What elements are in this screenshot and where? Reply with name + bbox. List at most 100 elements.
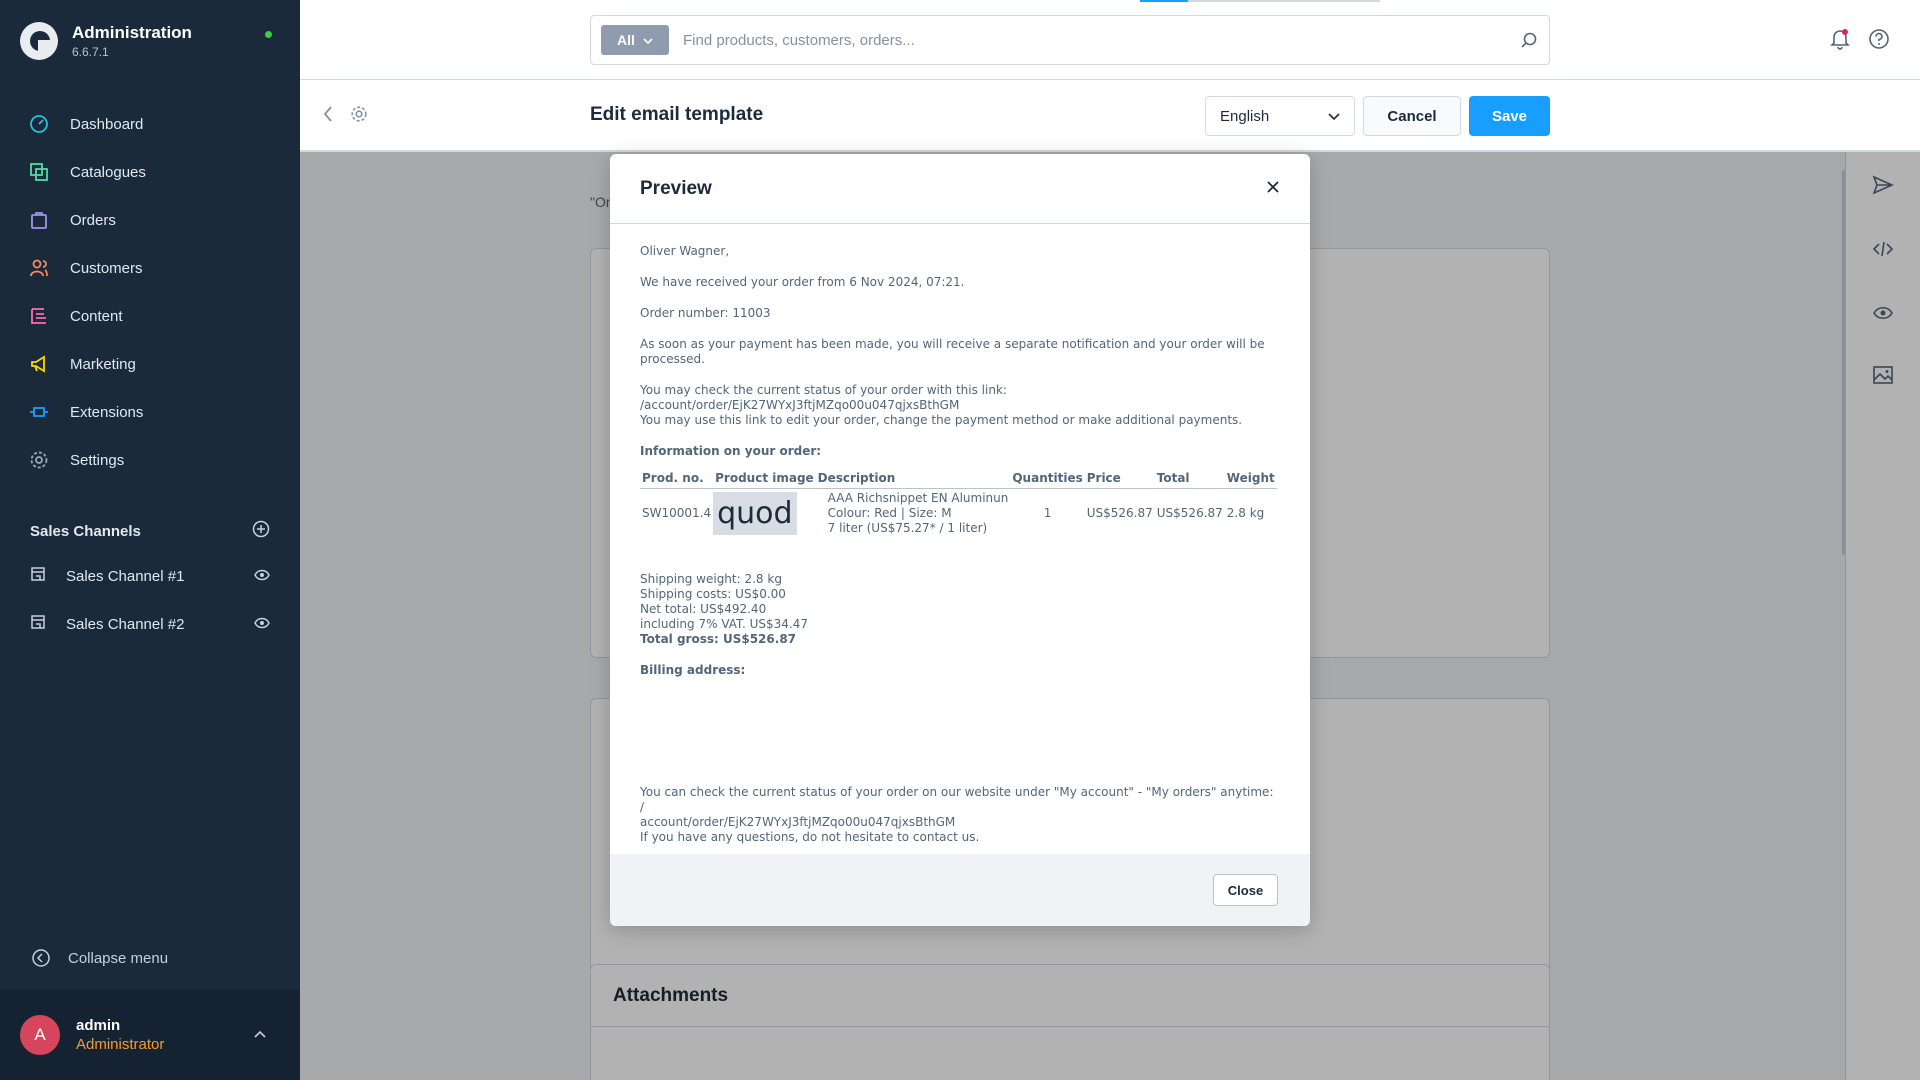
header-nav (322, 105, 368, 128)
orders-icon (28, 209, 50, 231)
user-menu[interactable]: A admin Administrator (0, 990, 300, 1080)
customers-icon (28, 257, 50, 279)
eye-icon[interactable] (254, 568, 270, 585)
status-link-text: You may check the current status of your… (640, 383, 1007, 412)
column-header: Description (815, 469, 1011, 489)
sidebar-item-settings[interactable]: Settings (0, 436, 300, 484)
back-arrow-icon[interactable] (322, 105, 334, 128)
sales-channels-title: Sales Channels (30, 522, 141, 540)
sales-channel-item-2[interactable]: Sales Channel #2 (0, 600, 300, 648)
sidebar-item-orders[interactable]: Orders (0, 196, 300, 244)
search-type-select[interactable]: All (601, 25, 669, 55)
gear-icon[interactable] (350, 105, 368, 128)
sidebar-item-extensions[interactable]: Extensions (0, 388, 300, 436)
net-total: Net total: US$492.40 (640, 602, 767, 616)
table-header-row: Prod. no. Product image Description Quan… (640, 469, 1277, 489)
sidebar-item-label: Extensions (70, 403, 144, 421)
sidebar-item-label: Customers (70, 259, 143, 277)
greeting: Oliver Wagner, (640, 244, 730, 258)
collapse-menu-label: Collapse menu (68, 949, 169, 967)
extensions-icon (28, 401, 50, 423)
save-button[interactable]: Save (1469, 96, 1550, 136)
close-button[interactable]: Close (1213, 874, 1278, 906)
close-icon[interactable] (1266, 177, 1280, 200)
sales-channel-list: Sales Channel #1 Sales Channel #2 (0, 552, 300, 648)
chevron-up-icon (254, 1027, 266, 1041)
sidebar-item-label: Settings (70, 451, 125, 469)
weight-cell: 2.8 kg (1226, 506, 1265, 520)
description-line: Colour: Red | Size: M (827, 506, 952, 520)
order-table: Prod. no. Product image Description Quan… (640, 469, 1277, 538)
sidebar: Administration 6.6.7.1 Dashboard Catalog… (0, 0, 300, 1080)
column-header: Total (1154, 469, 1225, 489)
sidebar-item-label: Content (70, 307, 123, 325)
sales-channel-item-1[interactable]: Sales Channel #1 (0, 552, 300, 600)
sidebar-item-customers[interactable]: Customers (0, 244, 300, 292)
footer-text: You can check the current status of your… (640, 785, 1280, 845)
sidebar-item-marketing[interactable]: Marketing (0, 340, 300, 388)
payment-note: As soon as your payment has been made, y… (640, 337, 1265, 366)
dashboard-icon (28, 113, 50, 135)
collapse-menu-button[interactable]: Collapse menu (30, 947, 168, 969)
user-role: Administrator (76, 1036, 165, 1053)
modal-title: Preview (640, 177, 712, 199)
help-icon[interactable] (1868, 28, 1890, 55)
product-image: quod (713, 492, 797, 535)
shipping-weight: Shipping weight: 2.8 kg (640, 572, 782, 586)
description-line: 7 liter (US$75.27* / 1 liter) (827, 521, 988, 535)
main-nav: Dashboard Catalogues Orders Customers Co… (0, 100, 300, 484)
avatar: A (20, 1015, 60, 1055)
column-header: Price (1084, 469, 1155, 489)
page-header: Edit email template English Cancel Save (300, 80, 1920, 152)
collapse-icon (30, 947, 52, 969)
cancel-button[interactable]: Cancel (1363, 96, 1461, 136)
storefront-icon (30, 614, 46, 634)
content-icon (28, 305, 50, 327)
sidebar-item-label: Orders (70, 211, 116, 229)
storefront-icon (30, 566, 46, 586)
page-title: Edit email template (590, 104, 764, 125)
footer-line: account/order/EjK27WYxJ3ftjMZqo00u047qjx… (640, 815, 956, 829)
chevron-down-icon (1328, 108, 1340, 125)
order-number: Order number: 11003 (640, 306, 771, 320)
sidebar-item-label: Dashboard (70, 115, 144, 133)
product-image-cell: quod (713, 489, 816, 539)
sidebar-item-catalogues[interactable]: Catalogues (0, 148, 300, 196)
online-status-icon (265, 31, 272, 38)
marketing-icon (28, 353, 50, 375)
footer-line: If you have any questions, do not hesita… (640, 830, 980, 844)
column-header: Weight (1224, 469, 1277, 489)
sales-channel-label: Sales Channel #2 (66, 615, 185, 633)
sales-channels-header: Sales Channels (30, 520, 270, 542)
totals-block: Shipping weight: 2.8 kg Shipping costs: … (640, 572, 1280, 647)
footer-line: You can check the current status of your… (640, 785, 1274, 814)
catalogue-icon (28, 161, 50, 183)
search-input[interactable] (683, 31, 1509, 49)
received-text: We have received your order from 6 Nov 2… (640, 275, 965, 289)
sidebar-item-dashboard[interactable]: Dashboard (0, 100, 300, 148)
description-cell: AAA Richsnippet EN Aluminun Colour: Red … (816, 489, 1011, 539)
app-title: Administration (72, 23, 192, 42)
column-header: Product image (713, 469, 816, 489)
shopware-logo-icon (20, 22, 58, 60)
add-sales-channel-icon[interactable] (252, 520, 270, 542)
loading-indicator (1140, 0, 1380, 2)
brand[interactable]: Administration 6.6.7.1 (20, 22, 192, 60)
column-header: Quantities (1010, 469, 1085, 489)
notification-bell-icon[interactable] (1830, 28, 1850, 55)
language-select[interactable]: English (1205, 96, 1355, 136)
shipping-costs: Shipping costs: US$0.00 (640, 587, 786, 601)
app-version: 6.6.7.1 (72, 45, 109, 59)
sidebar-item-label: Marketing (70, 355, 136, 373)
quantity-cell: 1 (1043, 506, 1052, 520)
table-row: SW10001.4 quod AAA Richsnippet EN Alumin… (640, 489, 1277, 539)
eye-icon[interactable] (254, 616, 270, 633)
sidebar-item-content[interactable]: Content (0, 292, 300, 340)
top-actions (1830, 28, 1890, 55)
sidebar-item-label: Catalogues (70, 163, 146, 181)
search-icon[interactable] (1509, 31, 1549, 49)
modal-header: Preview (610, 154, 1310, 224)
sales-channel-label: Sales Channel #1 (66, 567, 185, 585)
user-name: admin (76, 1017, 121, 1034)
preview-modal: Preview Oliver Wagner, We have received … (610, 154, 1310, 926)
